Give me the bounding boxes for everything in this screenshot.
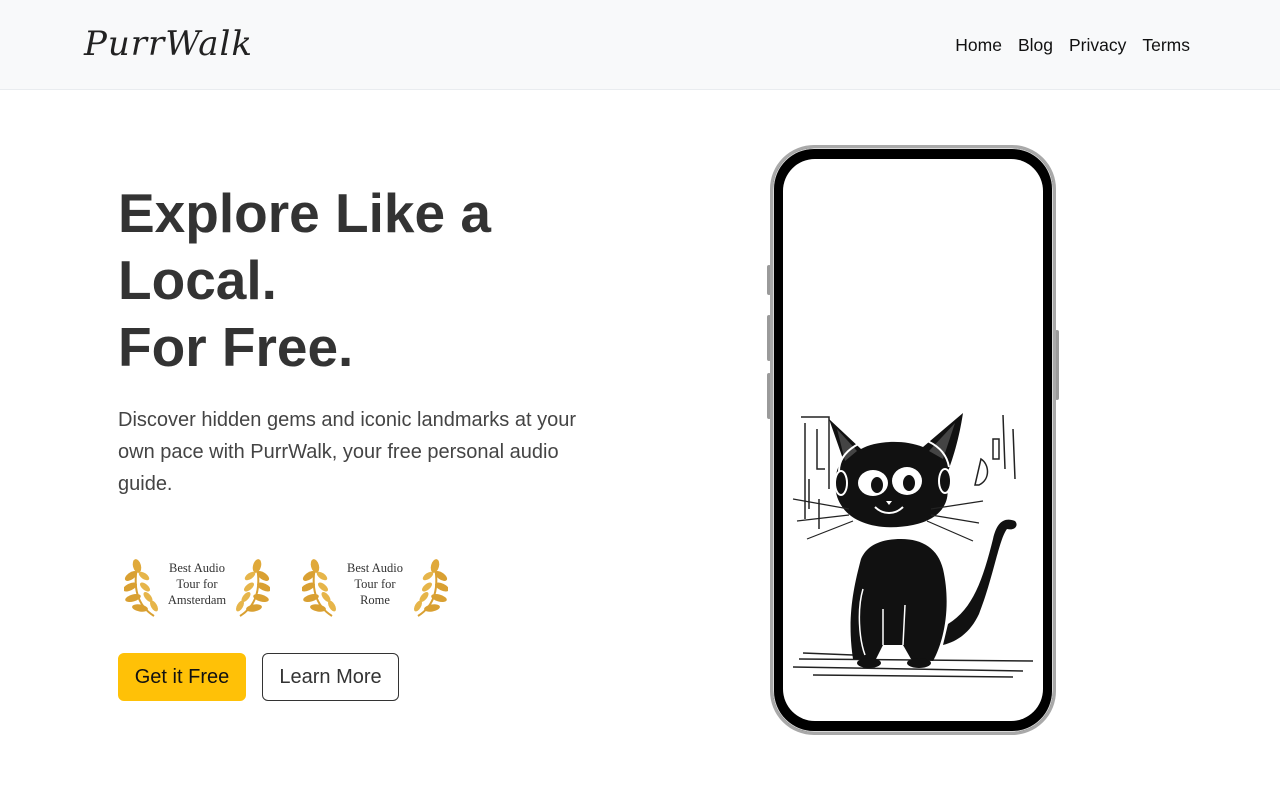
awards: Best Audio Tour for Amsterdam Best Audio… (124, 552, 448, 622)
laurel-wreath-icon (302, 559, 336, 617)
learn-more-button[interactable]: Learn More (262, 653, 399, 701)
cat-with-headphones-illustration (792, 413, 1034, 678)
hero-title-line-2: Local. (118, 249, 277, 311)
award-line-3: Amsterdam (167, 593, 227, 607)
hero-title-line-3: For Free. (118, 316, 354, 378)
laurel-wreath-icon (236, 559, 270, 617)
nav-link-blog[interactable]: Blog (1018, 33, 1053, 57)
laurel-wreath-icon (414, 559, 448, 617)
hero-title-line-1: Explore Like a (118, 182, 491, 244)
hero-description: Discover hidden gems and iconic landmark… (118, 409, 576, 495)
award-line-2: Tour for (176, 577, 218, 591)
award-badge-rome: Best Audio Tour for Rome (302, 552, 448, 622)
phone-screen (783, 159, 1043, 721)
award-text: Best Audio Tour for Rome (338, 560, 412, 608)
phone-mockup (767, 145, 1059, 735)
hero-title: Explore Like a Local. For Free. (118, 180, 638, 381)
award-line-3: Rome (360, 593, 390, 607)
brand-logo[interactable]: PurrWalk (84, 22, 253, 66)
nav-link-terms[interactable]: Terms (1142, 33, 1190, 57)
nav-link-privacy[interactable]: Privacy (1069, 33, 1126, 57)
award-line-1: Best Audio (347, 561, 403, 575)
navbar: PurrWalk Home Blog Privacy Terms (0, 0, 1280, 90)
award-line-1: Best Audio (169, 561, 225, 575)
laurel-wreath-icon (124, 559, 158, 617)
get-it-free-button[interactable]: Get it Free (118, 653, 246, 701)
award-text: Best Audio Tour for Amsterdam (160, 560, 234, 608)
nav-link-home[interactable]: Home (955, 33, 1002, 57)
nav-links: Home Blog Privacy Terms (955, 33, 1190, 57)
award-line-2: Tour for (354, 577, 396, 591)
award-badge-amsterdam: Best Audio Tour for Amsterdam (124, 552, 270, 622)
